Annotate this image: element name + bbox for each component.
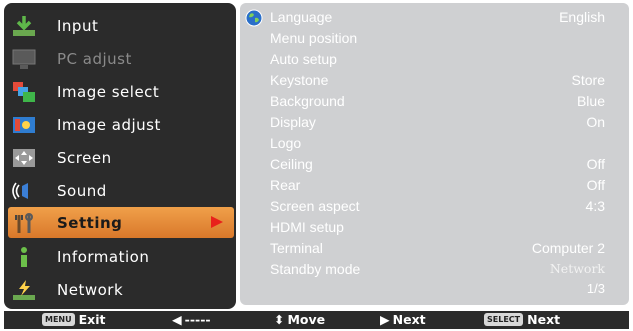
menu-key-icon: MENU xyxy=(42,313,75,326)
right-arrow-icon: ▶ xyxy=(380,312,390,327)
up-down-arrow-icon: ⬍ xyxy=(274,312,285,327)
pc-adjust-icon xyxy=(12,48,36,70)
back-label: ----- xyxy=(184,312,211,327)
next-label: Next xyxy=(392,312,426,327)
menu-label: Information xyxy=(57,247,150,266)
setting-value: On xyxy=(586,114,605,130)
menu-item-input[interactable]: Input xyxy=(4,9,236,42)
setting-label: HDMI setup xyxy=(270,219,344,235)
image-adjust-icon xyxy=(12,114,36,136)
setting-row-auto-setup[interactable]: Auto setup xyxy=(240,49,629,70)
setting-row-language[interactable]: Language English xyxy=(240,7,629,28)
menu-label: Screen xyxy=(57,148,112,167)
setting-value: English xyxy=(559,9,605,25)
setting-label: Menu position xyxy=(270,30,358,46)
move-label: Move xyxy=(287,312,326,327)
setting-row-ceiling[interactable]: Ceiling Off xyxy=(240,154,629,175)
back-hint: ◀ ----- xyxy=(172,312,211,327)
select-hint: SELECT Next xyxy=(484,312,560,327)
page-indicator: 1/3 xyxy=(586,281,605,296)
move-hint: ⬍ Move xyxy=(274,312,325,327)
sound-icon xyxy=(12,180,36,202)
setting-row-menu-position[interactable]: Menu position xyxy=(240,28,629,49)
setting-row-screen-aspect[interactable]: Screen aspect 4:3 xyxy=(240,196,629,217)
menu-item-image-select[interactable]: Image select xyxy=(4,75,236,108)
setting-label: Background xyxy=(270,93,345,109)
selected-arrow-icon xyxy=(210,215,224,233)
setting-value: Computer 2 xyxy=(531,240,605,256)
setting-value: Off xyxy=(586,156,605,172)
next-hint: ▶ Next xyxy=(380,312,426,327)
setting-row-hdmi-setup[interactable]: HDMI setup xyxy=(240,217,629,238)
setting-label: Language xyxy=(270,9,333,25)
main-menu: Input PC adjust Image select Image adjus… xyxy=(4,3,236,309)
image-select-icon xyxy=(12,81,36,103)
menu-label: Image adjust xyxy=(57,115,161,134)
setting-value: Store xyxy=(571,72,605,88)
menu-label: PC adjust xyxy=(57,49,132,68)
information-icon xyxy=(12,246,36,268)
setting-label: Ceiling xyxy=(270,156,313,172)
setting-icon xyxy=(12,213,36,235)
setting-label: Rear xyxy=(270,177,301,193)
menu-label: Setting xyxy=(57,213,123,232)
menu-item-setting[interactable]: Setting xyxy=(8,207,234,238)
menu-item-sound[interactable]: Sound xyxy=(4,174,236,207)
menu-label: Input xyxy=(57,16,99,35)
menu-item-information[interactable]: Information xyxy=(4,240,236,273)
setting-label: Keystone xyxy=(270,72,329,88)
setting-row-logo[interactable]: Logo xyxy=(240,133,629,154)
input-icon xyxy=(12,15,36,37)
left-arrow-icon: ◀ xyxy=(172,312,182,327)
menu-item-network[interactable]: Network xyxy=(4,273,236,306)
menu-label: Sound xyxy=(57,181,107,200)
setting-row-rear[interactable]: Rear Off xyxy=(240,175,629,196)
setting-value: Off xyxy=(586,177,605,193)
menu-label: Image select xyxy=(57,82,160,101)
select-key-icon: SELECT xyxy=(484,313,524,326)
menu-item-image-adjust[interactable]: Image adjust xyxy=(4,108,236,141)
select-label: Next xyxy=(527,312,561,327)
setting-panel: Language English Menu position Auto setu… xyxy=(240,3,629,305)
menu-label: Network xyxy=(57,280,124,299)
setting-label: Standby mode xyxy=(270,261,361,277)
setting-row-standby-mode[interactable]: Standby mode Network xyxy=(240,259,629,280)
network-icon xyxy=(12,279,36,301)
setting-label: Logo xyxy=(270,135,302,151)
exit-hint: MENU Exit xyxy=(42,312,106,327)
exit-label: Exit xyxy=(78,312,106,327)
setting-row-keystone[interactable]: Keystone Store xyxy=(240,70,629,91)
setting-row-terminal[interactable]: Terminal Computer 2 xyxy=(240,238,629,259)
screen-icon xyxy=(12,147,36,169)
setting-row-background[interactable]: Background Blue xyxy=(240,91,629,112)
setting-value: Blue xyxy=(576,93,605,109)
setting-label: Display xyxy=(270,114,316,130)
key-guide-bar: MENU Exit ◀ ----- ⬍ Move ▶ Next SELECT N… xyxy=(4,311,629,329)
menu-item-screen[interactable]: Screen xyxy=(4,141,236,174)
menu-item-pc-adjust: PC adjust xyxy=(4,42,236,75)
setting-value: 4:3 xyxy=(585,198,605,214)
setting-label: Auto setup xyxy=(270,51,337,67)
setting-label: Screen aspect xyxy=(270,198,360,214)
setting-value: Network xyxy=(549,261,605,276)
setting-row-display[interactable]: Display On xyxy=(240,112,629,133)
projector-osd: Input PC adjust Image select Image adjus… xyxy=(0,0,633,331)
setting-label: Terminal xyxy=(270,240,323,256)
